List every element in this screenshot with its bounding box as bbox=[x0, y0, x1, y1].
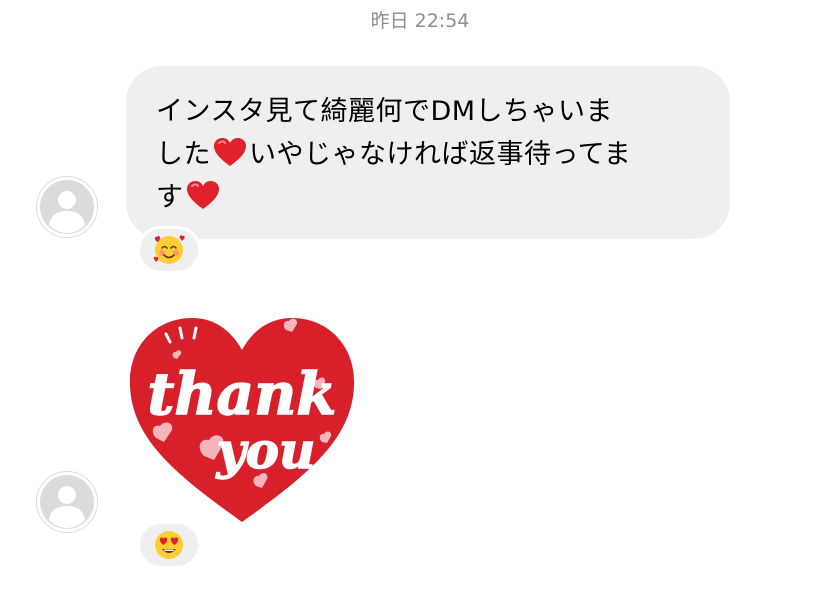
heart-eyes-icon bbox=[155, 531, 183, 559]
smiling-face-with-hearts-icon bbox=[153, 235, 185, 264]
message-text: インスタ見て綺麗何でDMしちゃいま bbox=[156, 96, 614, 127]
message-line-3: す bbox=[156, 176, 708, 219]
heart-emoji-icon bbox=[214, 138, 246, 166]
message-timestamp: 昨日 22:54 bbox=[370, 10, 470, 32]
sticker-word-you: you bbox=[216, 421, 316, 480]
message-text: した bbox=[156, 139, 211, 170]
message-bubble[interactable]: インスタ見て綺麗何でDMしちゃいま した いやじゃなければ返事待ってま す bbox=[126, 66, 730, 239]
default-avatar-icon bbox=[37, 472, 97, 532]
message-reaction[interactable] bbox=[137, 226, 201, 274]
heart-emoji-icon bbox=[186, 181, 219, 209]
sender-avatar[interactable] bbox=[36, 176, 98, 238]
message-line-2: した いやじゃなければ返事待ってま bbox=[156, 133, 708, 176]
heart-sticker-icon: thank you bbox=[129, 318, 355, 522]
message-text: いやじゃなければ返事待ってま bbox=[249, 139, 632, 170]
default-avatar-icon bbox=[37, 177, 97, 237]
message-reaction[interactable] bbox=[137, 521, 201, 569]
dm-thread: 昨日 22:54 インスタ見て綺麗何でDMしちゃいま した いやじゃなければ返事… bbox=[0, 0, 840, 591]
message-text: す bbox=[156, 182, 184, 213]
sticker-word-thank: thank bbox=[148, 360, 337, 428]
message-line-1: インスタ見て綺麗何でDMしちゃいま bbox=[156, 90, 708, 133]
thank-you-heart-sticker[interactable]: thank you bbox=[126, 308, 358, 526]
sender-avatar[interactable] bbox=[36, 471, 98, 533]
